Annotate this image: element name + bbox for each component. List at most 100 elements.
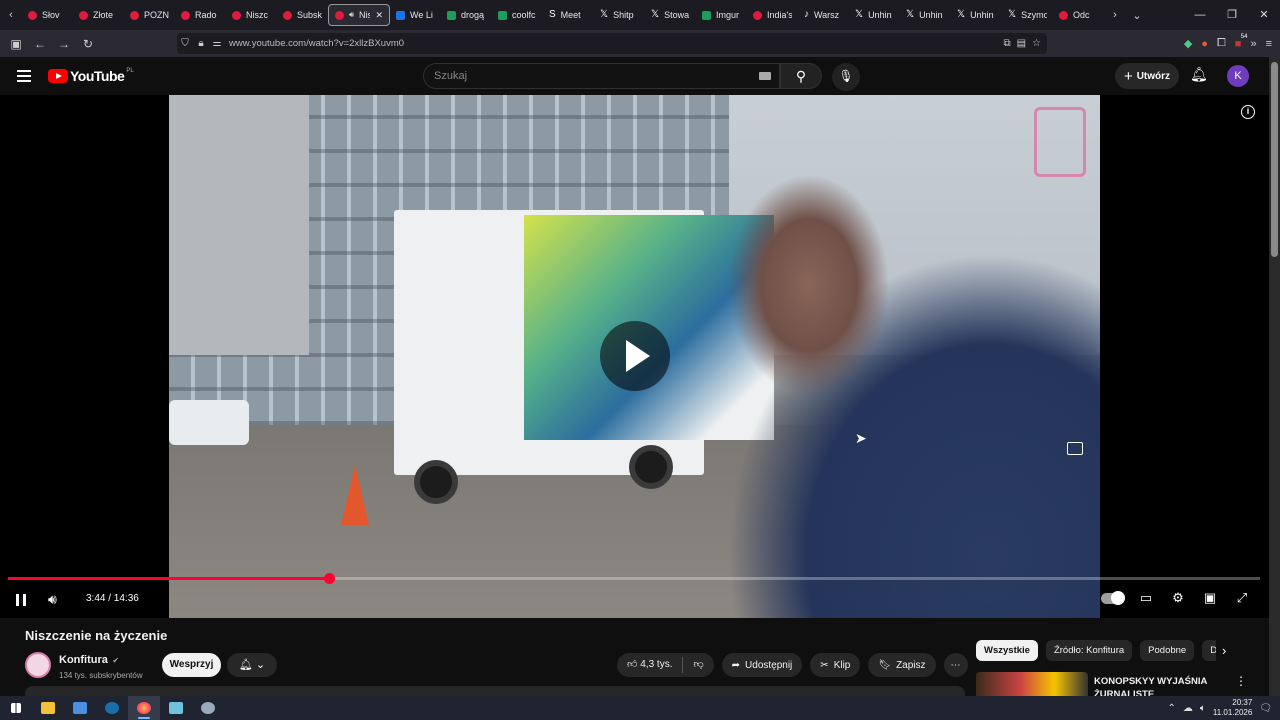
close-window-icon[interactable]: ✕ [1248,0,1280,30]
notification-center-icon[interactable]: 🗨︎ [1259,703,1272,714]
description-box[interactable] [25,686,965,696]
voice-search-button[interactable]: 🎙︎ [832,63,860,91]
channel-name[interactable]: Konfitura [59,654,108,666]
browser-tab[interactable]: S Meet [543,4,594,26]
keyboard-icon[interactable] [759,72,771,80]
more-actions-button[interactable]: ⋯ [943,653,968,677]
theater-mode-icon[interactable]: ▣ [1201,590,1219,606]
browser-tab[interactable]: Złote [73,4,124,26]
clip-button[interactable]: ✂ Klip [810,653,861,677]
browser-tab[interactable]: India's [747,4,798,26]
close-tab-icon[interactable]: ✕ [375,10,383,21]
dislike-button[interactable]: 👎︎ [683,653,713,677]
taskbar-firefox[interactable] [128,696,160,720]
network-icon[interactable]: ☁ [1183,703,1193,714]
address-bar[interactable]: ⛉ 🔒︎ ⚌ www.youtube.com/watch?v=2xllzBXuv… [177,33,1047,54]
browser-tab[interactable]: Rado [175,4,226,26]
browser-tab[interactable]: 𝕏 Szymo [1002,4,1053,26]
subscription-bell-button[interactable]: 🔔︎ ⌄ [227,653,277,677]
minimize-icon[interactable]: — [1184,0,1216,30]
back-icon[interactable]: ← [28,37,52,51]
info-icon[interactable]: i [1241,105,1255,119]
extensions-puzzle-icon[interactable]: ⧠ [1217,37,1226,50]
tracking-shield-icon[interactable]: ⛉ [177,38,193,49]
taskbar-app[interactable] [160,696,192,720]
settings-gear-icon[interactable]: ⚙ [1169,590,1187,606]
create-button[interactable]: + Utwórz [1115,63,1179,89]
share-button[interactable]: ➦ Udostępnij [721,653,803,677]
scrollbar-thumb[interactable] [1271,62,1278,257]
fox-extension-icon[interactable]: ● [1201,38,1208,50]
browser-tab[interactable]: 𝕏 Unhin [951,4,1002,26]
reload-icon[interactable]: ↻ [76,37,100,51]
reader-view-icon[interactable]: ▤ [1017,38,1026,49]
filter-chip[interactable]: Podobne [1140,640,1195,661]
progress-bar[interactable] [8,573,1260,584]
lock-icon[interactable]: 🔒︎ [193,38,209,49]
account-avatar[interactable]: K [1227,65,1249,87]
save-button[interactable]: 🔖︎ Zapisz [868,653,936,677]
tray-chevron-up-icon[interactable]: ⌃ [1167,703,1175,714]
url-text[interactable]: www.youtube.com/watch?v=2xllzBXuvm0 [229,38,404,49]
forward-icon[interactable]: → [52,37,76,51]
browser-tab[interactable]: Słov [22,4,73,26]
fullscreen-icon[interactable]: ⤢ [1233,590,1251,606]
browser-tab[interactable]: POZN [124,4,175,26]
app-menu-icon[interactable]: ≡ [1266,38,1272,50]
browser-tab[interactable]: Odc [1053,4,1104,26]
video-player[interactable]: i ➤ 🔊︎ 3:44 / 14:36 ▭ ⚙ ▣ ⤢ [0,95,1269,618]
browser-tab[interactable]: Imgur [696,4,747,26]
clock[interactable]: 20:37 11.01.2026 [1213,698,1252,718]
filter-chip[interactable]: Wszystkie [976,640,1038,661]
ublock-extension-icon[interactable]: ■ 54 [1235,34,1248,50]
browser-tab[interactable]: 𝕏 Shitp [594,4,645,26]
sidebar-toggle-icon[interactable]: ▣ [4,37,28,51]
subtitles-icon[interactable]: ▭ [1137,590,1155,606]
tab-audio-icon[interactable]: 🔊︎ [349,10,354,20]
browser-tab[interactable]: 𝕏 Stowa [645,4,696,26]
miniplayer-icon[interactable] [1067,442,1083,455]
filter-chip[interactable]: Dla [1202,640,1216,661]
recommendation-thumbnail[interactable] [976,672,1088,696]
browser-tab[interactable]: 𝕏 Unhin [900,4,951,26]
restore-icon[interactable]: ❐ [1216,0,1248,30]
browser-tab[interactable]: 🔊︎ Nis ✕ [328,4,390,26]
big-play-button[interactable] [600,321,670,391]
notifications-bell-icon[interactable]: 🔔︎ [1190,66,1208,83]
taskbar-file-explorer[interactable] [32,696,64,720]
page-scrollbar[interactable] [1269,57,1280,696]
bookmark-star-icon[interactable]: ☆ [1032,38,1041,49]
recommendation-more-icon[interactable]: ⋮ [1235,674,1247,688]
taskbar-app-2[interactable] [192,696,224,720]
start-button[interactable] [0,696,32,720]
browser-tab[interactable]: Subsk [277,4,328,26]
screenshot-icon[interactable]: ⧉ [1003,38,1010,49]
scroll-tabs-left-icon[interactable]: ‹ [0,9,22,21]
recommendation-title[interactable]: KONOPSKYY WYJAŚNIA ŻURNALISTE [1094,675,1209,696]
search-button[interactable]: ⚲ [780,63,822,89]
like-button[interactable]: 👍︎ 4,3 tys. [617,653,682,677]
channel-avatar[interactable] [25,652,51,678]
permissions-icon[interactable]: ⚌ [209,38,225,49]
taskbar-steam[interactable] [96,696,128,720]
autoplay-toggle[interactable] [1101,590,1125,605]
browser-tab[interactable]: Niszc [226,4,277,26]
youtube-logo[interactable]: YouTube PL [48,68,134,84]
progress-scrubber[interactable] [323,573,335,584]
volume-icon[interactable]: 🔊︎ [48,591,57,608]
pause-icon[interactable] [16,594,26,606]
shield-extension-icon[interactable]: ◆ [1184,37,1192,50]
browser-tab[interactable]: We Li [390,4,441,26]
guide-menu-icon[interactable] [17,70,31,82]
browser-tab[interactable]: drogą [441,4,492,26]
channel-watermark-icon[interactable] [1034,107,1086,177]
video-frame[interactable] [169,95,1100,618]
browser-tab[interactable]: ♪ Warsz [798,4,849,26]
support-button[interactable]: Wesprzyj [162,653,221,677]
scroll-tabs-right-icon[interactable]: › [1104,9,1126,21]
browser-tab[interactable]: 𝕏 Unhin [849,4,900,26]
filter-chip[interactable]: Źródło: Konfitura [1045,640,1133,661]
taskbar-computer[interactable] [64,696,96,720]
browser-tab[interactable]: coolfc [492,4,543,26]
speaker-icon[interactable]: 🔈︎ [1200,703,1206,714]
